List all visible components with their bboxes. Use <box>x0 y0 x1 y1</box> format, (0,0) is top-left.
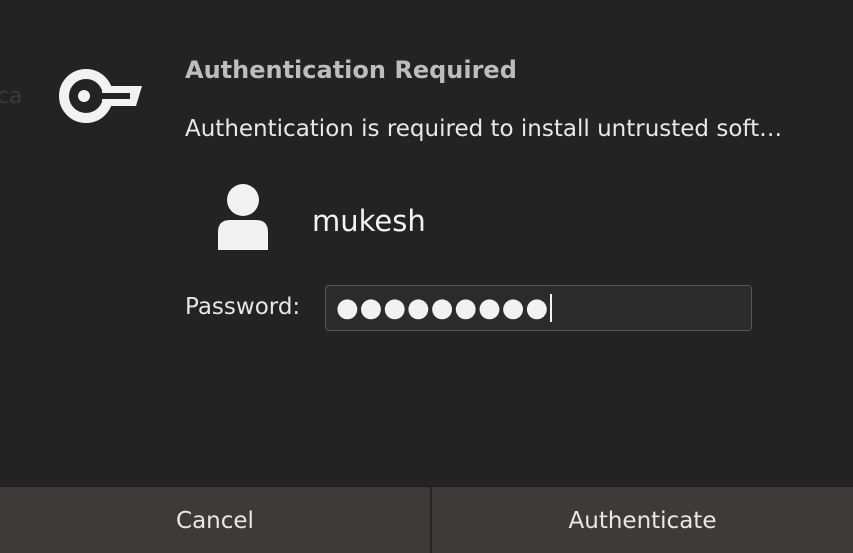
authentication-dialog: tica Authentication Required Authenticat… <box>0 0 853 553</box>
background-window-text: tica <box>0 84 23 109</box>
user-avatar-icon <box>218 184 268 250</box>
dialog-button-bar: Cancel Authenticate <box>0 486 853 553</box>
cancel-button[interactable]: Cancel <box>0 487 432 553</box>
password-input[interactable]: ●●●●●●●●● <box>325 285 752 331</box>
authenticate-button[interactable]: Authenticate <box>432 487 853 553</box>
text-cursor <box>550 294 553 322</box>
dialog-title: Authentication Required <box>185 56 517 84</box>
dialog-message: Authentication is required to install un… <box>185 116 783 142</box>
password-masked-value: ●●●●●●●●● <box>336 293 550 323</box>
username-label: mukesh <box>312 204 426 238</box>
key-icon <box>59 69 142 123</box>
password-label: Password: <box>185 294 301 320</box>
